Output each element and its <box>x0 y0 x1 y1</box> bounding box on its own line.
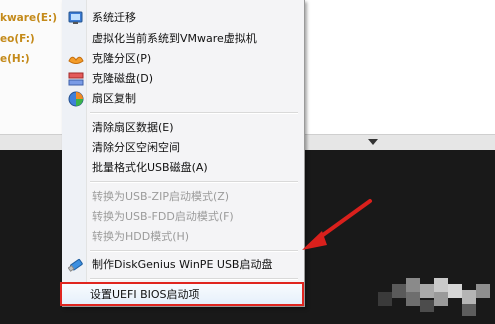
annotation-arrow-icon <box>302 199 372 250</box>
